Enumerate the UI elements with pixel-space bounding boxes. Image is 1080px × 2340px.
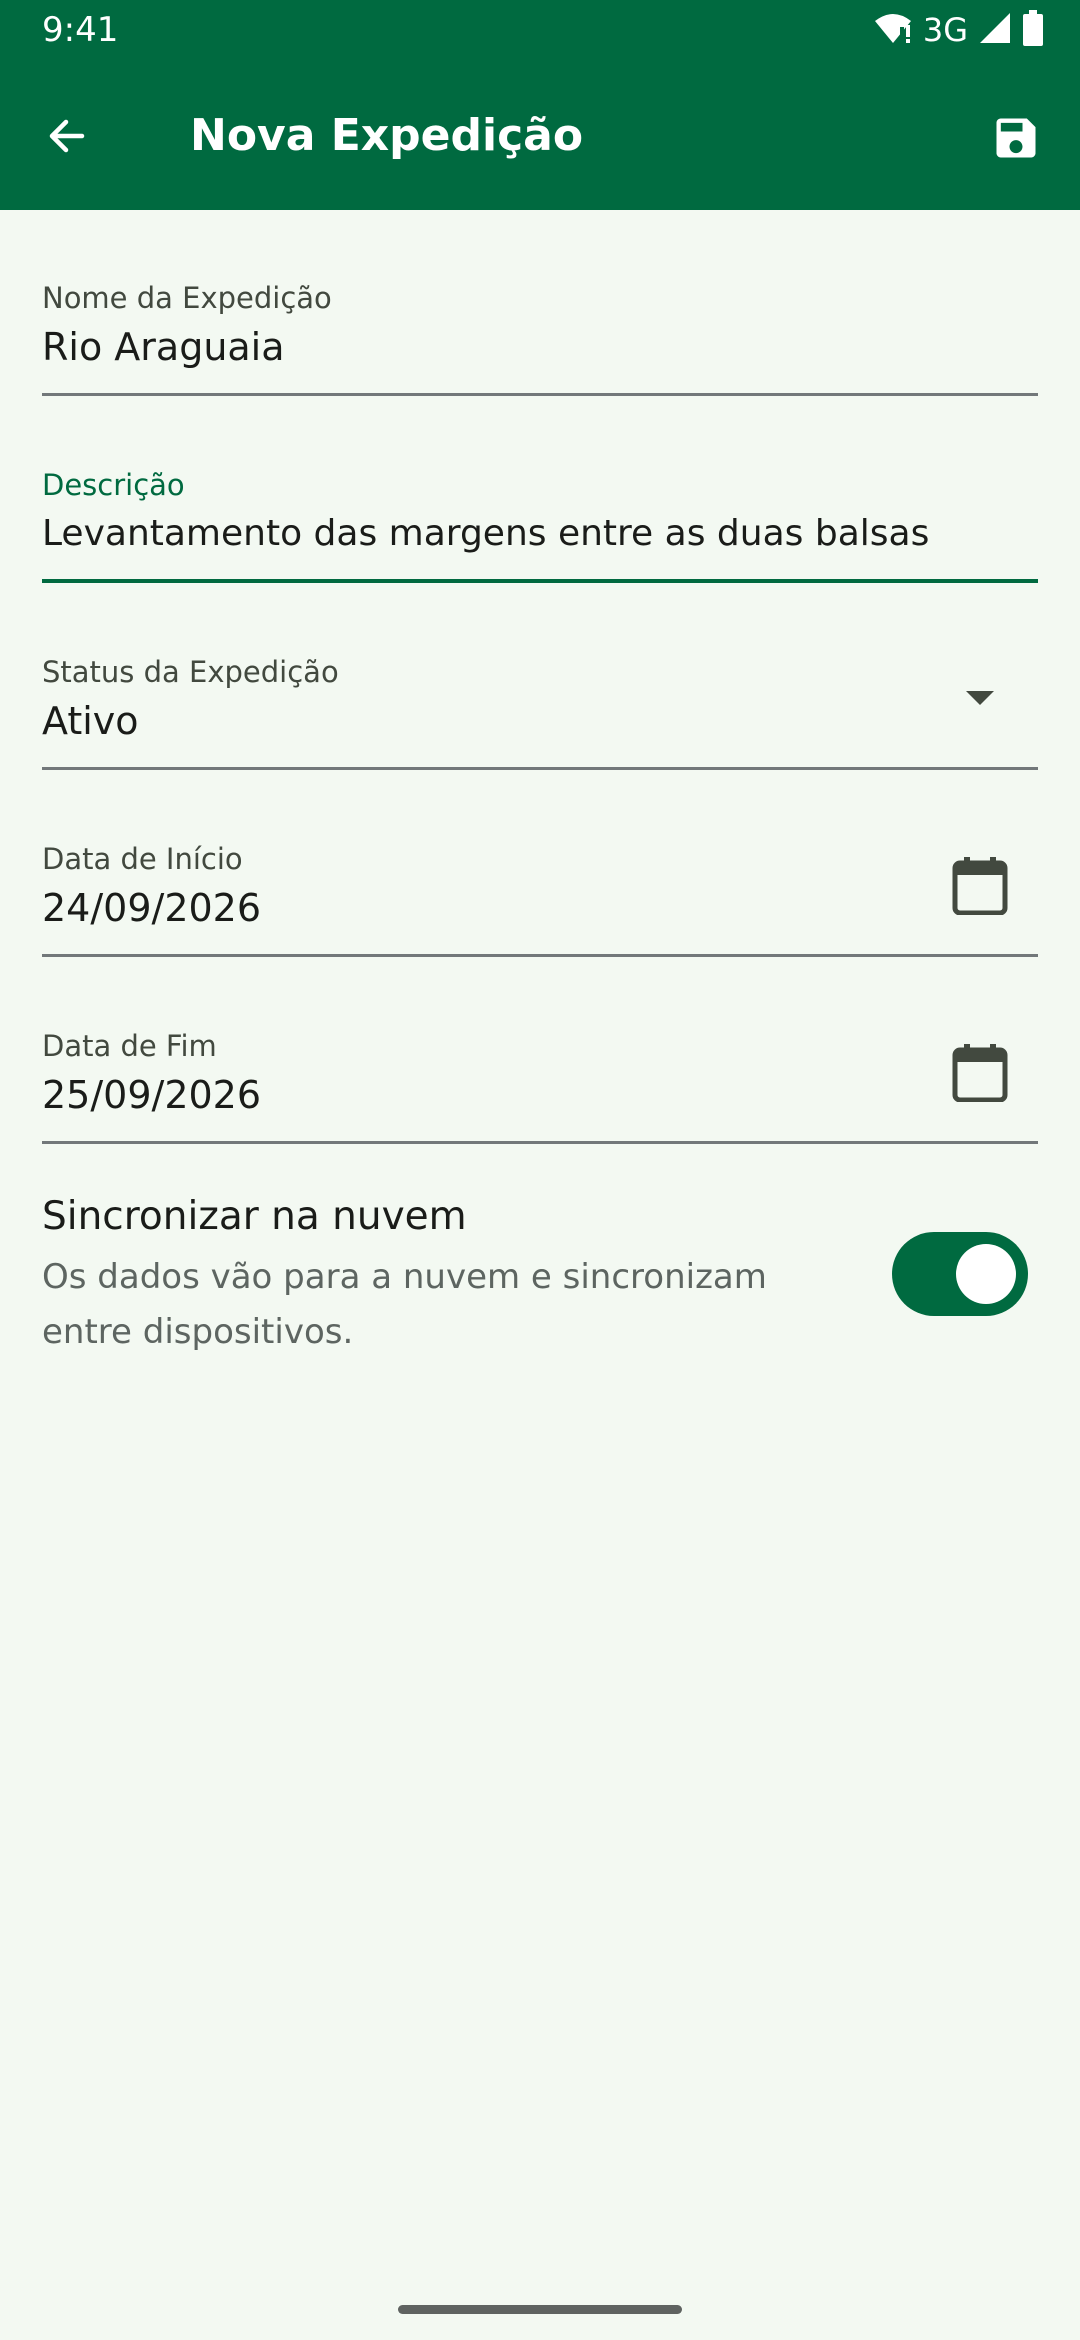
network-type: 3G [922, 11, 968, 49]
end-date-label: Data de Fim [42, 1029, 217, 1063]
end-date-value[interactable]: 25/09/2026 [42, 1070, 261, 1120]
start-date-label: Data de Início [42, 842, 243, 876]
description-value[interactable]: Levantamento das margens entre as duas b… [42, 509, 929, 559]
cloud-sync-description: Os dados vão para a nuvem e sincronizam … [42, 1257, 767, 1352]
wifi-icon [873, 11, 913, 49]
arrow-drop-down-icon [966, 691, 994, 705]
cloud-sync-setting: Sincronizar na nuvem Os dados vão para a… [42, 1180, 1038, 1360]
save-icon [996, 118, 1036, 158]
back-button[interactable] [34, 104, 98, 168]
start-date-picker-button[interactable] [950, 855, 1010, 915]
start-date-value[interactable]: 24/09/2026 [42, 883, 261, 933]
calendar-icon [952, 1044, 1008, 1102]
status-value[interactable]: Ativo [42, 696, 139, 746]
signal-icon [978, 11, 1012, 49]
save-button[interactable] [982, 104, 1050, 172]
description-field[interactable]: Descrição Levantamento das margens entre… [42, 397, 1038, 583]
expedition-name-label: Nome da Expedição [42, 281, 332, 315]
home-indicator[interactable] [398, 2305, 682, 2314]
app-bar: Nova Expedição [0, 62, 1080, 210]
cloud-sync-toggle[interactable] [892, 1232, 1028, 1316]
status-dropdown[interactable]: Status da Expedição Ativo [42, 584, 1038, 770]
status-icons: 3G [873, 10, 1044, 50]
start-date-field[interactable]: Data de Início 24/09/2026 [42, 771, 1038, 957]
dropdown-arrow[interactable] [950, 668, 1010, 728]
end-date-picker-button[interactable] [950, 1042, 1010, 1102]
description-label: Descrição [42, 468, 185, 502]
status-time: 9:41 [42, 10, 119, 50]
end-date-field[interactable]: Data de Fim 25/09/2026 [42, 958, 1038, 1144]
page-title: Nova Expedição [190, 110, 584, 161]
expedition-name-field[interactable]: Nome da Expedição Rio Araguaia [42, 210, 1038, 396]
expedition-name-value[interactable]: Rio Araguaia [42, 322, 285, 372]
status-label: Status da Expedição [42, 655, 339, 689]
status-bar: 9:41 3G [0, 0, 1080, 62]
arrow-back-icon [49, 119, 85, 153]
cloud-sync-title: Sincronizar na nuvem [42, 1194, 467, 1239]
calendar-icon [952, 857, 1008, 915]
toggle-thumb[interactable] [956, 1244, 1016, 1304]
battery-icon [1022, 10, 1044, 50]
